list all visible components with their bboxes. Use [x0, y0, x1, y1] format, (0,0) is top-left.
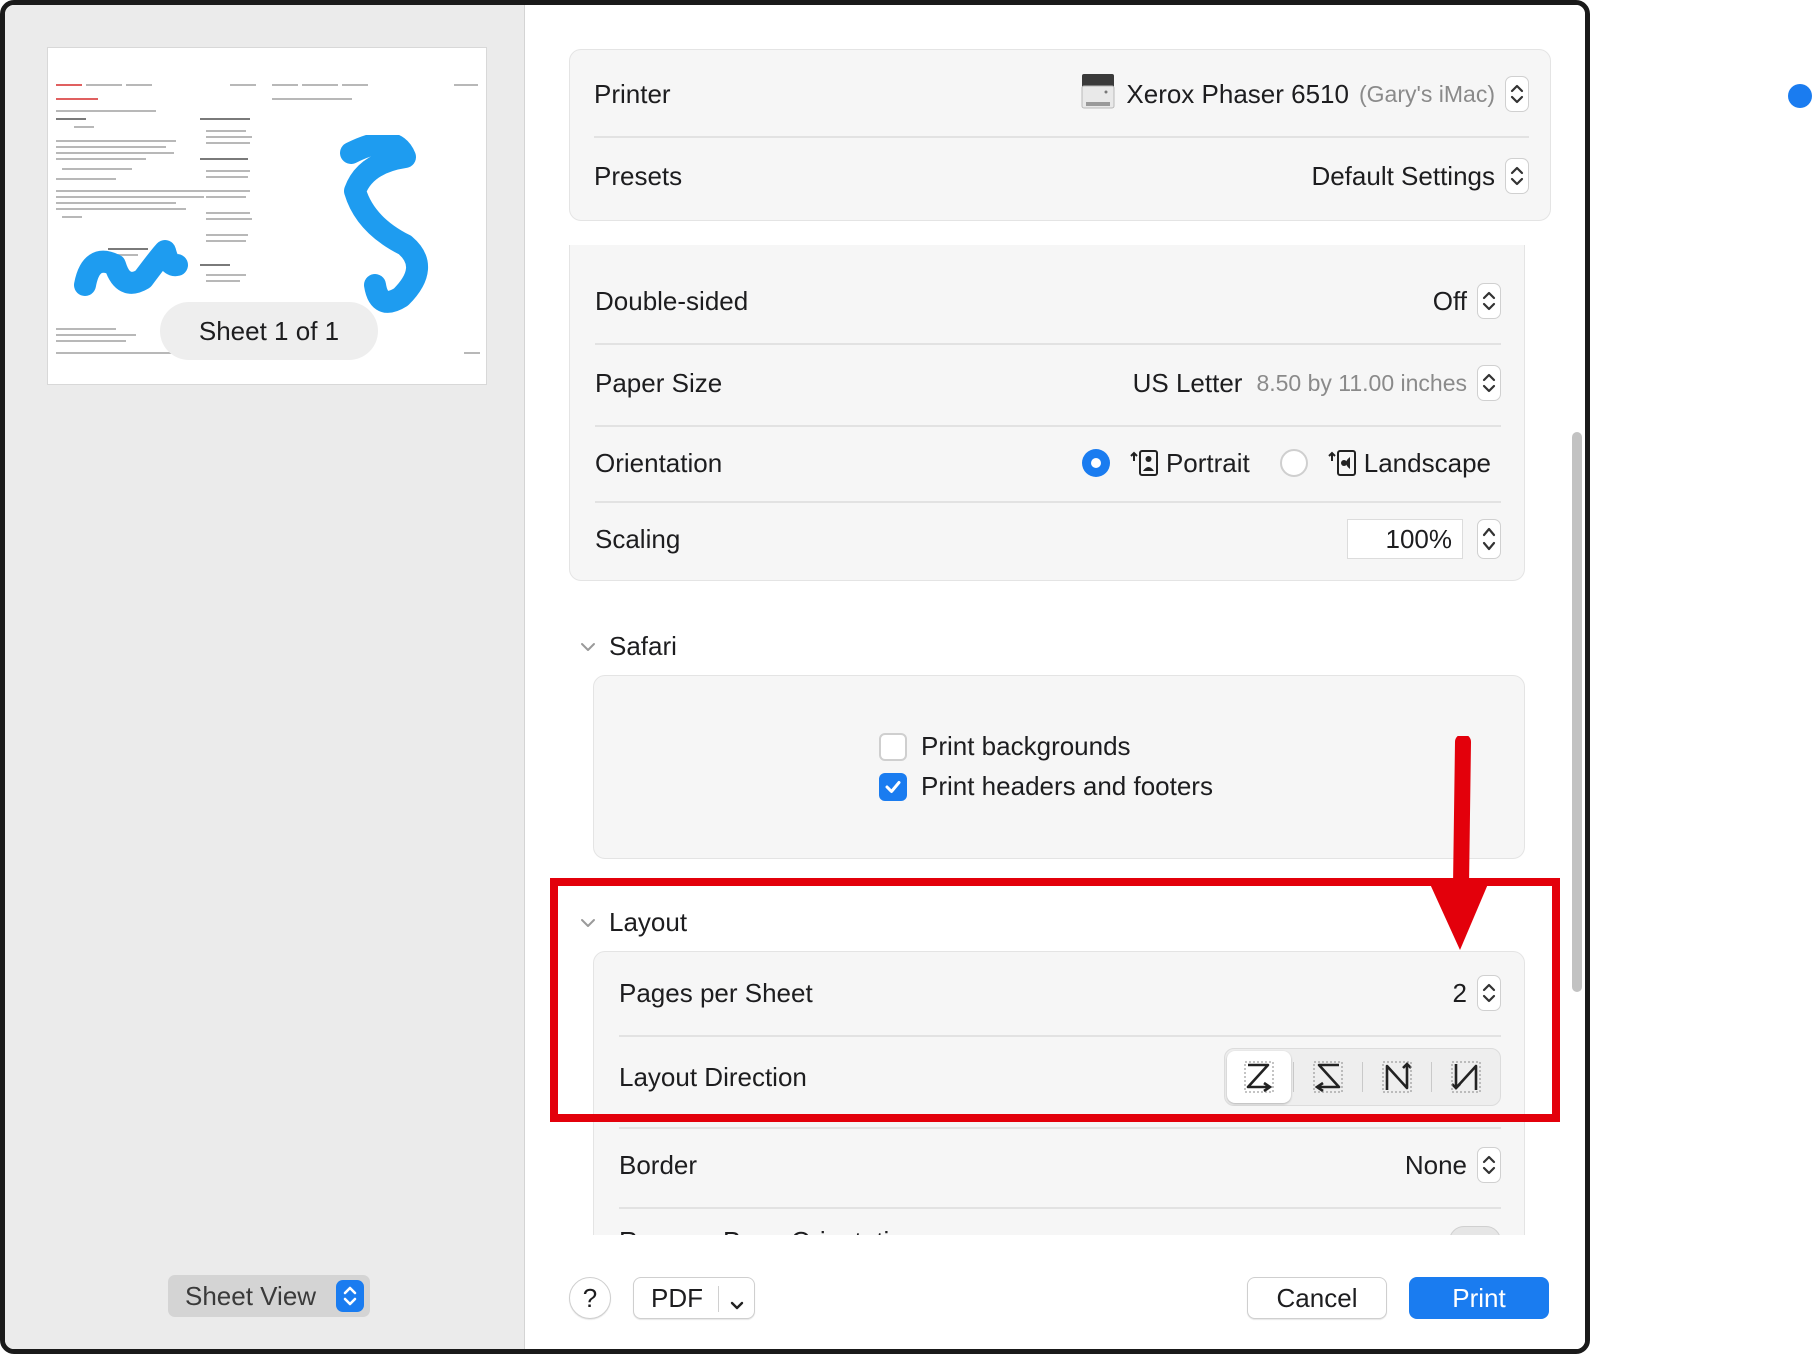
border-value: None — [1404, 1149, 1467, 1180]
cursor-dot — [1788, 84, 1812, 108]
safari-section-header[interactable]: Safari — [579, 631, 677, 662]
print-backgrounds-label: Print backgrounds — [921, 731, 1131, 761]
layout-direction-label: Layout Direction — [619, 1061, 807, 1092]
print-headers-footers-row[interactable]: Print headers and footers — [879, 771, 1213, 802]
paper-size-value: US Letter — [1132, 367, 1243, 398]
print-headers-footers-checkbox[interactable] — [879, 772, 907, 801]
preview-panel: Sheet 1 of 1 Sheet View — [5, 5, 525, 1349]
layout-direction-reverse-z-button[interactable] — [1296, 1051, 1360, 1103]
scaling-stepper-icon[interactable] — [1477, 519, 1501, 559]
scaling-row: Scaling 100% — [595, 517, 1501, 561]
cancel-button[interactable]: Cancel — [1247, 1277, 1387, 1319]
pages-per-sheet-value: 2 — [1452, 977, 1467, 1008]
printer-name: Xerox Phaser 6510 — [1126, 78, 1349, 109]
help-button[interactable]: ? — [569, 1277, 611, 1319]
border-label: Border — [619, 1149, 698, 1180]
double-sided-value: Off — [1432, 285, 1467, 316]
printer-row[interactable]: Printer Xerox Phaser 6510 (Gary's iMac) — [594, 72, 1529, 117]
portrait-orientation-icon — [1130, 449, 1158, 477]
chevron-down-icon — [581, 642, 595, 651]
printer-presets-group: Printer Xerox Phaser 6510 (Gary's iMac) … — [569, 49, 1551, 221]
double-sided-row[interactable]: Double-sided Off — [595, 281, 1501, 321]
direction-z-icon — [1244, 1061, 1274, 1093]
layout-direction-row: Layout Direction — [619, 1047, 1501, 1107]
settings-scroll-area[interactable]: Double-sided Off Paper Size US Letter 8.… — [525, 245, 1585, 1235]
layout-direction-segmented — [1224, 1048, 1501, 1106]
orientation-row: Orientation Portrait Landscape — [595, 443, 1501, 483]
paper-size-label: Paper Size — [595, 367, 723, 398]
layout-section-header[interactable]: Layout — [579, 907, 687, 938]
scrollbar-thumb[interactable] — [1572, 432, 1582, 992]
border-stepper-icon — [1477, 1147, 1501, 1183]
sheet-view-select[interactable]: Sheet View — [168, 1275, 370, 1317]
scaling-label: Scaling — [595, 523, 681, 554]
scaling-input[interactable]: 100% — [1347, 519, 1463, 559]
presets-value: Default Settings — [1311, 160, 1495, 191]
pdf-label: PDF — [651, 1282, 703, 1313]
layout-direction-n-button[interactable] — [1365, 1051, 1429, 1103]
double-sided-label: Double-sided — [595, 285, 749, 316]
sheet-view-stepper-icon — [336, 1280, 364, 1312]
print-button[interactable]: Print — [1409, 1277, 1549, 1319]
paper-size-detail: 8.50 by 11.00 inches — [1256, 369, 1467, 396]
printer-icon — [1080, 72, 1116, 117]
reverse-orientation-row[interactable]: Reverse Page Orientation — [619, 1221, 1501, 1235]
print-backgrounds-checkbox[interactable] — [879, 732, 907, 761]
direction-reverse-n-icon — [1451, 1061, 1481, 1093]
printer-label: Printer — [594, 78, 671, 109]
printer-stepper-icon — [1505, 76, 1529, 112]
sheet-indicator: Sheet 1 of 1 — [160, 302, 378, 360]
landscape-radio[interactable] — [1279, 449, 1308, 477]
print-dialog: Sheet 1 of 1 Sheet View Printer Xerox Ph… — [0, 0, 1590, 1354]
presets-label: Presets — [594, 160, 683, 191]
portrait-label[interactable]: Portrait — [1166, 448, 1250, 479]
reverse-orientation-toggle[interactable] — [1449, 1226, 1501, 1235]
presets-stepper-icon — [1505, 158, 1529, 194]
pages-per-sheet-row[interactable]: Pages per Sheet 2 — [619, 973, 1501, 1013]
layout-direction-reverse-n-button[interactable] — [1434, 1051, 1498, 1103]
direction-n-icon — [1382, 1061, 1412, 1093]
layout-direction-z-button[interactable] — [1227, 1051, 1291, 1103]
chevron-down-icon — [581, 918, 595, 927]
double-sided-stepper-icon — [1477, 283, 1501, 319]
safari-options-group — [593, 675, 1525, 859]
presets-row[interactable]: Presets Default Settings — [594, 156, 1529, 196]
pages-per-sheet-label: Pages per Sheet — [619, 977, 813, 1008]
chevron-down-icon — [728, 1290, 746, 1321]
pages-per-sheet-stepper-icon — [1477, 975, 1501, 1011]
settings-panel: Printer Xerox Phaser 6510 (Gary's iMac) … — [525, 5, 1585, 1349]
printer-host: (Gary's iMac) — [1358, 80, 1495, 107]
landscape-label[interactable]: Landscape — [1364, 448, 1491, 479]
direction-reverse-z-icon — [1313, 1061, 1343, 1093]
reverse-orientation-label: Reverse Page Orientation — [619, 1226, 918, 1236]
print-backgrounds-row[interactable]: Print backgrounds — [879, 731, 1131, 762]
sheet-view-label: Sheet View — [185, 1280, 317, 1311]
border-row[interactable]: Border None — [619, 1145, 1501, 1185]
paper-size-stepper-icon — [1477, 365, 1501, 401]
print-headers-footers-label: Print headers and footers — [921, 771, 1213, 801]
pdf-menu-button[interactable]: PDF — [633, 1277, 755, 1319]
portrait-radio[interactable] — [1081, 449, 1110, 477]
landscape-orientation-icon — [1328, 449, 1356, 477]
orientation-label: Orientation — [595, 447, 723, 478]
checkmark-icon — [885, 780, 901, 793]
dialog-footer: ? PDF Cancel Print — [525, 1237, 1585, 1349]
safari-section-title: Safari — [609, 631, 677, 661]
layout-section-title: Layout — [609, 907, 688, 937]
paper-size-row[interactable]: Paper Size US Letter 8.50 by 11.00 inche… — [595, 363, 1501, 403]
vertical-scrollbar[interactable] — [1570, 245, 1584, 1235]
